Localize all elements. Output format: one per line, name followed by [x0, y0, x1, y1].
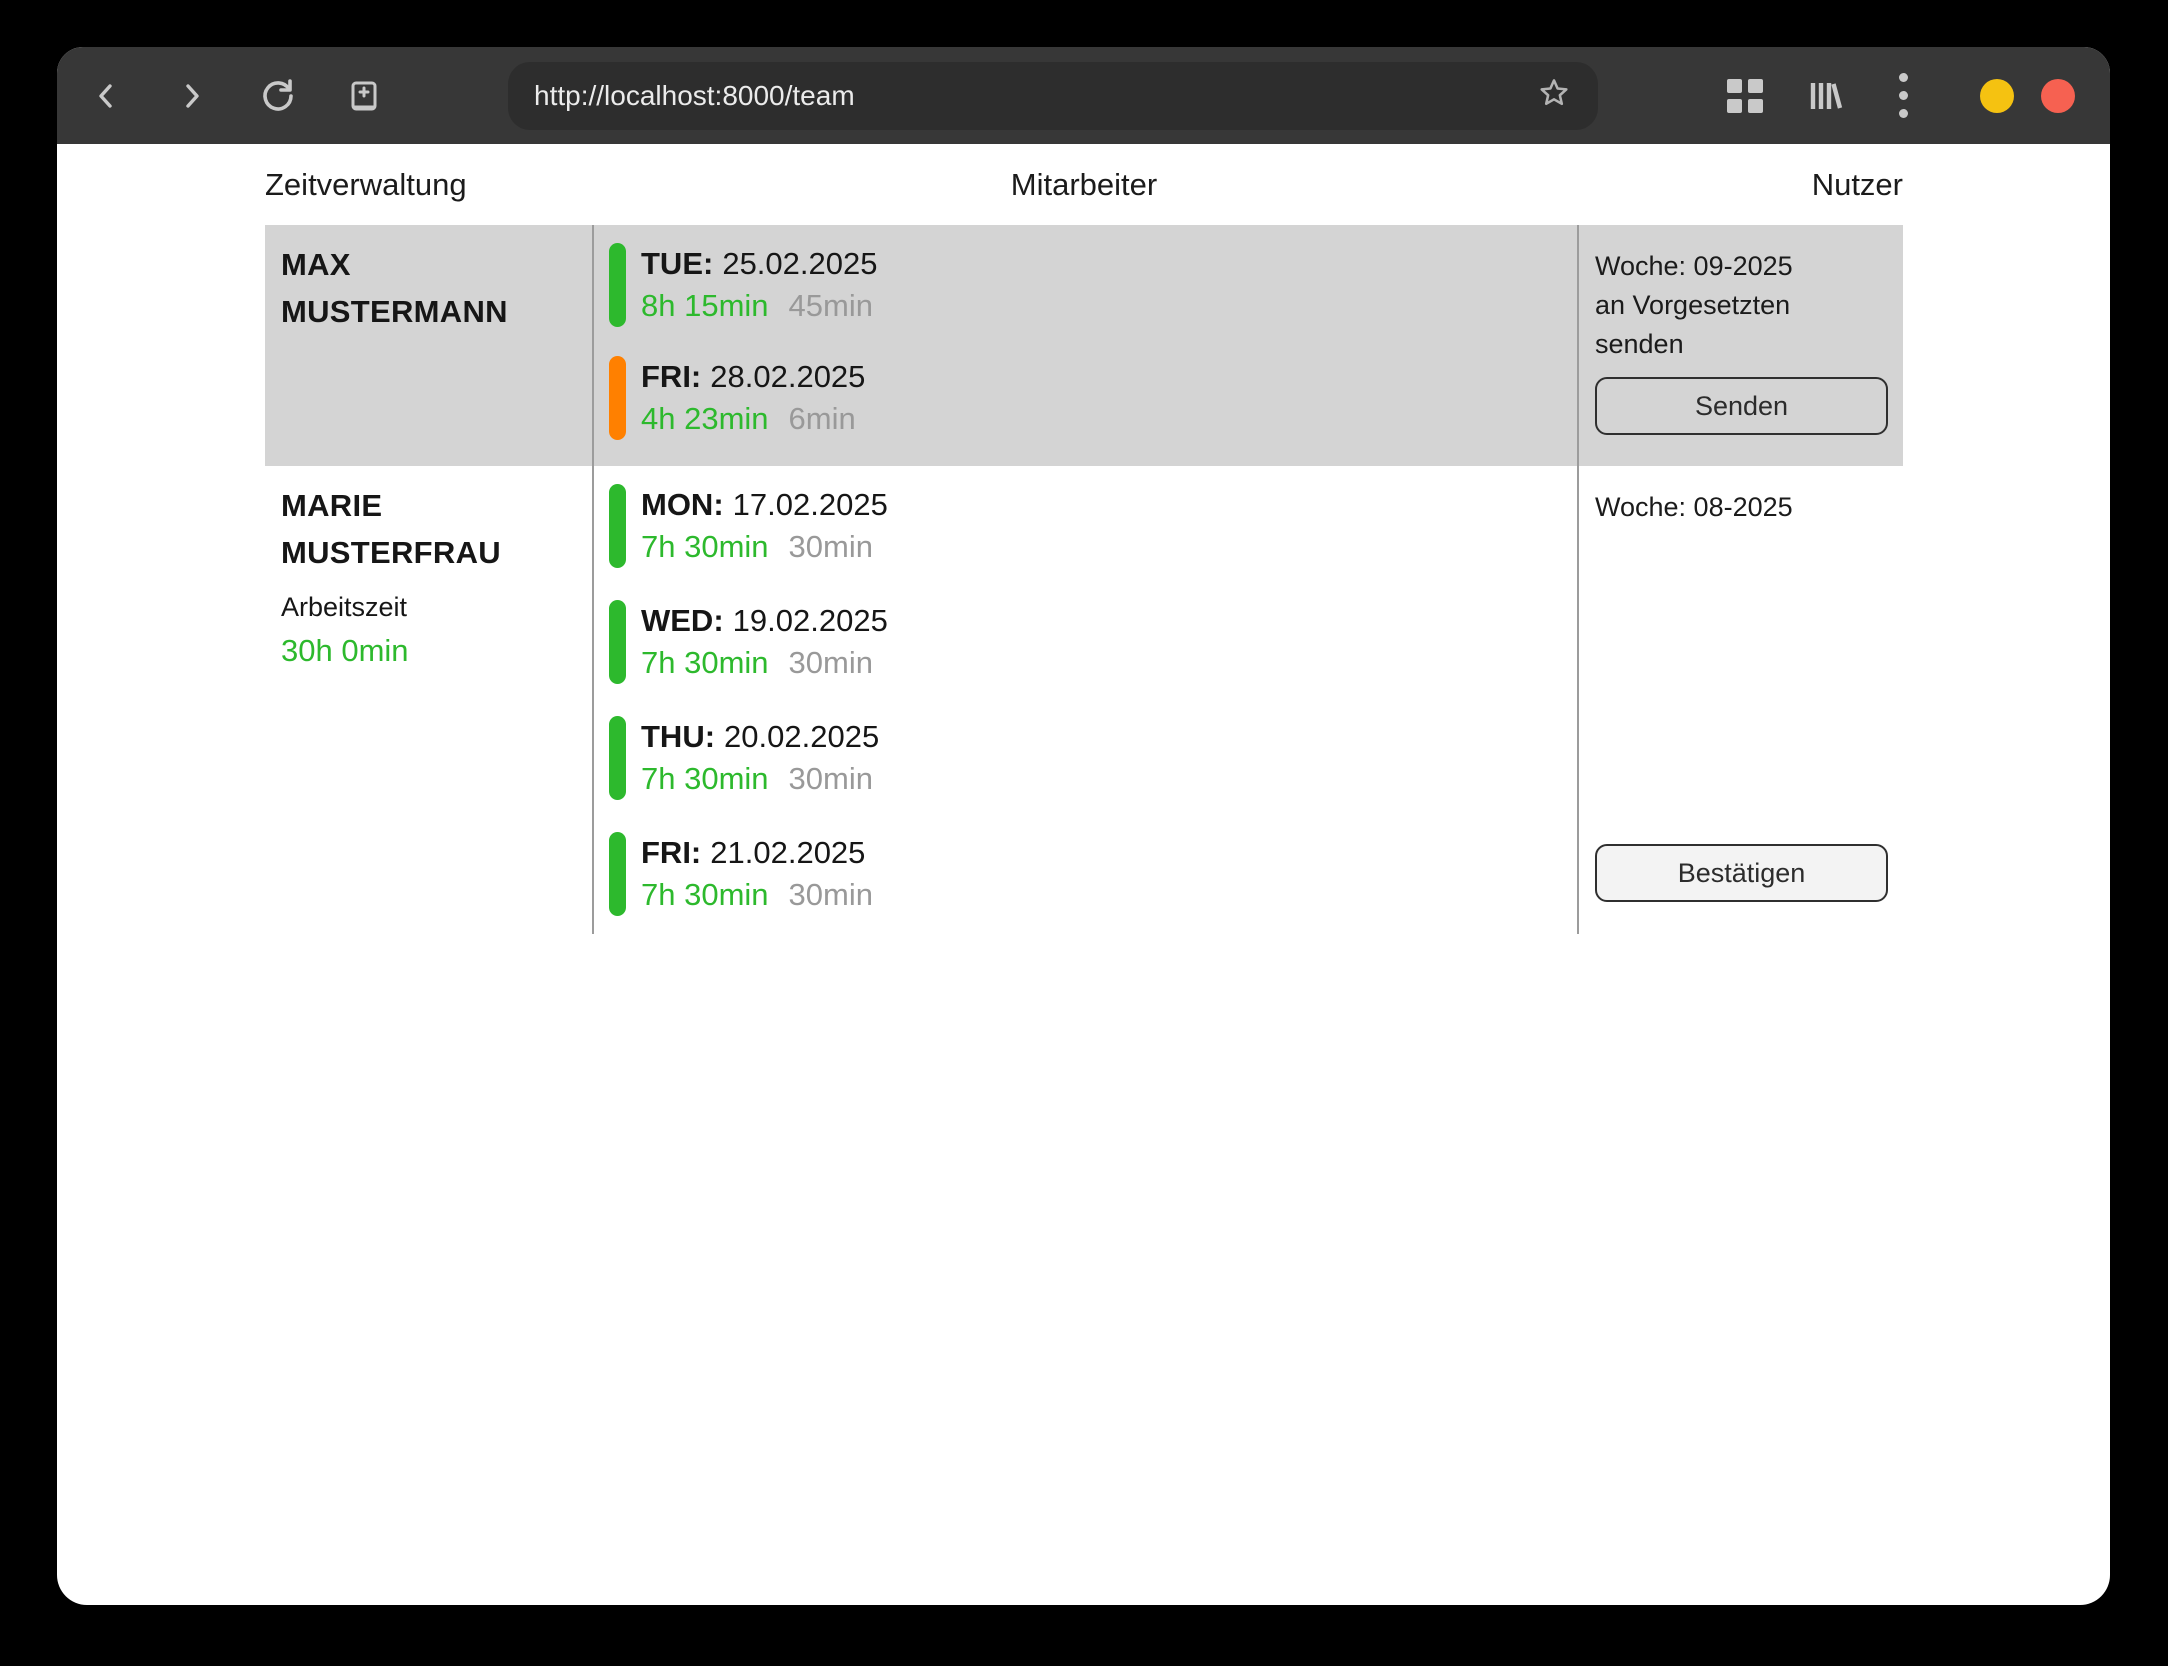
entry-day: MON: — [641, 487, 724, 522]
reload-button[interactable] — [259, 77, 297, 115]
bestaetigen-button[interactable]: Bestätigen — [1595, 844, 1888, 902]
employee-name-line: MUSTERFRAU — [281, 529, 592, 576]
nav-button-group — [87, 77, 383, 115]
time-entries-cell: MON: 17.02.2025 7h 30min 30min WED: 19.02.2… — [592, 466, 1577, 934]
new-tab-icon — [346, 78, 382, 114]
library-icon — [1805, 77, 1845, 115]
employee-name-cell: MARIE MUSTERFRAU Arbeitszeit 30h 0min — [265, 466, 592, 934]
week-action-cell: Woche: 09-2025 an Vorgesetzten senden Se… — [1577, 225, 1903, 466]
entry-date-line: WED: 19.02.2025 — [641, 600, 888, 642]
entry-date-line: FRI: 21.02.2025 — [641, 832, 873, 874]
status-bar — [609, 243, 626, 327]
time-entries-cell: TUE: 25.02.2025 8h 15min 45min FRI: 28.02.2… — [592, 225, 1577, 466]
status-bar — [609, 716, 626, 800]
entry-date-line: TUE: 25.02.2025 — [641, 243, 877, 285]
menu-button[interactable] — [1884, 77, 1922, 115]
entry-day: FRI: — [641, 359, 701, 394]
entry-duration: 4h 23min — [641, 401, 769, 436]
reload-icon — [259, 77, 297, 115]
time-entry: TUE: 25.02.2025 8h 15min 45min — [609, 243, 1577, 327]
entry-break: 30min — [789, 761, 873, 796]
employee-name-cell: MAX MUSTERMANN — [265, 225, 592, 466]
week-label-line: an Vorgesetzten — [1595, 286, 1887, 325]
entry-day: WED: — [641, 603, 724, 638]
entry-times-line: 4h 23min 6min — [641, 398, 865, 440]
nav-item-mitarbeiter[interactable]: Mitarbeiter — [811, 165, 1357, 205]
entry-date-line: THU: 20.02.2025 — [641, 716, 879, 758]
entry-day: TUE: — [641, 246, 713, 281]
employee-row-marie-musterfrau: MARIE MUSTERFRAU Arbeitszeit 30h 0min MO… — [265, 466, 1903, 934]
close-button[interactable] — [2041, 79, 2075, 113]
week-label-line: Woche: 08-2025 — [1595, 488, 1887, 527]
week-label-line: senden — [1595, 325, 1887, 364]
nav-item-nutzer[interactable]: Nutzer — [1357, 165, 1903, 205]
browser-window: http://localhost:8000/team — [57, 47, 2110, 1605]
status-bar — [609, 832, 626, 916]
time-entry: FRI: 28.02.2025 4h 23min 6min — [609, 356, 1577, 440]
forward-button[interactable] — [173, 77, 211, 115]
status-bar — [609, 600, 626, 684]
tab-overview-button[interactable] — [1726, 77, 1764, 115]
status-bar — [609, 484, 626, 568]
forward-icon — [177, 79, 207, 113]
entry-break: 30min — [789, 529, 873, 564]
time-entry: FRI: 21.02.2025 7h 30min 30min — [609, 832, 1577, 916]
employee-row-max-mustermann: MAX MUSTERMANN TUE: 25.02.2025 8h 15min 45… — [265, 225, 1903, 466]
entry-break: 30min — [789, 877, 873, 912]
minimize-button[interactable] — [1980, 79, 2014, 113]
entry-times-line: 7h 30min 30min — [641, 874, 873, 916]
entry-break: 6min — [789, 401, 856, 436]
entry-duration: 7h 30min — [641, 877, 769, 912]
entry-duration: 8h 15min — [641, 288, 769, 323]
employee-name-line: MAX — [281, 241, 592, 288]
entry-times-line: 7h 30min 30min — [641, 758, 879, 800]
senden-button[interactable]: Senden — [1595, 377, 1888, 435]
entry-break: 30min — [789, 645, 873, 680]
team-page: Zeitverwaltung Mitarbeiter Nutzer MAX MU… — [57, 144, 2110, 934]
employee-name-line: MARIE — [281, 482, 592, 529]
time-entry: WED: 19.02.2025 7h 30min 30min — [609, 600, 1577, 684]
url-bar[interactable]: http://localhost:8000/team — [508, 62, 1598, 130]
back-button[interactable] — [87, 77, 125, 115]
entry-date-line: MON: 17.02.2025 — [641, 484, 888, 526]
entry-duration: 7h 30min — [641, 761, 769, 796]
employee-name-line: MUSTERMANN — [281, 288, 592, 335]
entry-duration: 7h 30min — [641, 645, 769, 680]
browser-toolbar: http://localhost:8000/team — [57, 47, 2110, 144]
page-nav: Zeitverwaltung Mitarbeiter Nutzer — [265, 165, 1903, 205]
entry-day: FRI: — [641, 835, 701, 870]
time-entry: MON: 17.02.2025 7h 30min 30min — [609, 484, 1577, 568]
tabs-grid-icon — [1727, 79, 1763, 113]
week-action-cell: Woche: 08-2025 Bestätigen — [1577, 466, 1903, 934]
entry-date: 20.02.2025 — [724, 719, 879, 754]
new-tab-button[interactable] — [345, 77, 383, 115]
time-entry: THU: 20.02.2025 7h 30min 30min — [609, 716, 1577, 800]
entry-times-line: 8h 15min 45min — [641, 285, 877, 327]
back-icon — [91, 79, 121, 113]
entry-date: 19.02.2025 — [733, 603, 888, 638]
toolbar-right-group — [1726, 77, 2075, 115]
worktime-value: 30h 0min — [281, 633, 592, 669]
week-label-line: Woche: 09-2025 — [1595, 247, 1887, 286]
kebab-menu-icon — [1899, 73, 1908, 118]
status-bar — [609, 356, 626, 440]
nav-item-zeitverwaltung[interactable]: Zeitverwaltung — [265, 165, 811, 205]
entry-date: 25.02.2025 — [722, 246, 877, 281]
entry-date-line: FRI: 28.02.2025 — [641, 356, 865, 398]
entry-duration: 7h 30min — [641, 529, 769, 564]
entry-day: THU: — [641, 719, 715, 754]
url-text[interactable]: http://localhost:8000/team — [534, 80, 855, 112]
entry-date: 17.02.2025 — [733, 487, 888, 522]
entry-times-line: 7h 30min 30min — [641, 642, 888, 684]
entry-times-line: 7h 30min 30min — [641, 526, 888, 568]
worktime-label: Arbeitszeit — [281, 592, 592, 623]
entry-date: 21.02.2025 — [710, 835, 865, 870]
entry-break: 45min — [789, 288, 873, 323]
bookmark-star-icon[interactable] — [1536, 75, 1572, 116]
library-button[interactable] — [1806, 77, 1844, 115]
entry-date: 28.02.2025 — [710, 359, 865, 394]
